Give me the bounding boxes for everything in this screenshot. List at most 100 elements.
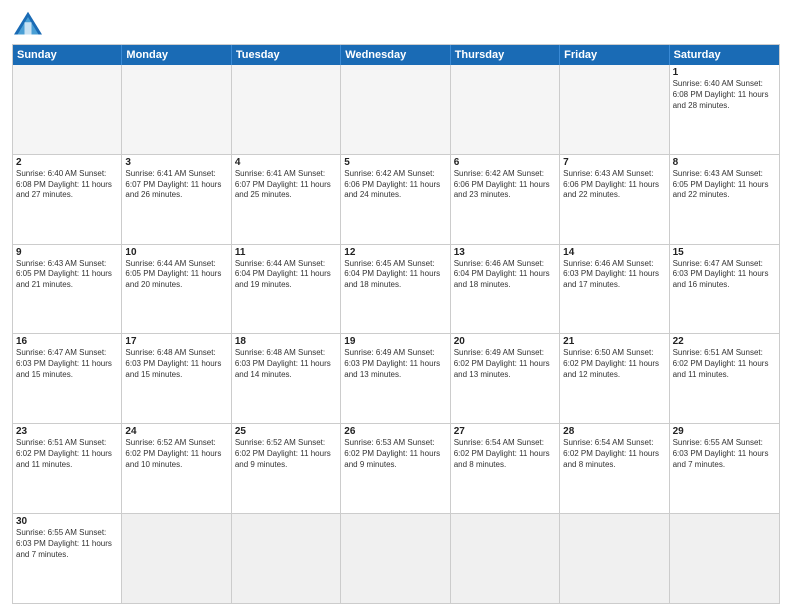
day-number: 19 xyxy=(344,336,446,347)
day-info: Sunrise: 6:45 AM Sunset: 6:04 PM Dayligh… xyxy=(344,259,446,291)
week-row-4: 23Sunrise: 6:51 AM Sunset: 6:02 PM Dayli… xyxy=(13,424,779,514)
day-number: 24 xyxy=(125,426,227,437)
day-header-tuesday: Tuesday xyxy=(232,45,341,65)
day-cell-29: 29Sunrise: 6:55 AM Sunset: 6:03 PM Dayli… xyxy=(670,424,779,513)
day-number: 29 xyxy=(673,426,776,437)
day-header-wednesday: Wednesday xyxy=(341,45,450,65)
day-cell-20: 20Sunrise: 6:49 AM Sunset: 6:02 PM Dayli… xyxy=(451,334,560,423)
day-number: 20 xyxy=(454,336,556,347)
week-row-1: 2Sunrise: 6:40 AM Sunset: 6:08 PM Daylig… xyxy=(13,155,779,245)
empty-cell xyxy=(341,514,450,603)
empty-cell xyxy=(560,65,669,154)
day-cell-23: 23Sunrise: 6:51 AM Sunset: 6:02 PM Dayli… xyxy=(13,424,122,513)
day-number: 17 xyxy=(125,336,227,347)
day-cell-24: 24Sunrise: 6:52 AM Sunset: 6:02 PM Dayli… xyxy=(122,424,231,513)
day-cell-4: 4Sunrise: 6:41 AM Sunset: 6:07 PM Daylig… xyxy=(232,155,341,244)
day-cell-6: 6Sunrise: 6:42 AM Sunset: 6:06 PM Daylig… xyxy=(451,155,560,244)
day-info: Sunrise: 6:42 AM Sunset: 6:06 PM Dayligh… xyxy=(344,169,446,201)
day-cell-18: 18Sunrise: 6:48 AM Sunset: 6:03 PM Dayli… xyxy=(232,334,341,423)
day-info: Sunrise: 6:43 AM Sunset: 6:06 PM Dayligh… xyxy=(563,169,665,201)
day-header-sunday: Sunday xyxy=(13,45,122,65)
day-info: Sunrise: 6:46 AM Sunset: 6:03 PM Dayligh… xyxy=(563,259,665,291)
day-cell-16: 16Sunrise: 6:47 AM Sunset: 6:03 PM Dayli… xyxy=(13,334,122,423)
day-info: Sunrise: 6:51 AM Sunset: 6:02 PM Dayligh… xyxy=(673,348,776,380)
day-info: Sunrise: 6:40 AM Sunset: 6:08 PM Dayligh… xyxy=(16,169,118,201)
day-number: 23 xyxy=(16,426,118,437)
day-number: 4 xyxy=(235,157,337,168)
empty-cell xyxy=(451,65,560,154)
day-cell-11: 11Sunrise: 6:44 AM Sunset: 6:04 PM Dayli… xyxy=(232,245,341,334)
empty-cell xyxy=(341,65,450,154)
day-number: 22 xyxy=(673,336,776,347)
week-row-0: 1Sunrise: 6:40 AM Sunset: 6:08 PM Daylig… xyxy=(13,65,779,155)
day-headers: SundayMondayTuesdayWednesdayThursdayFrid… xyxy=(13,45,779,65)
day-info: Sunrise: 6:49 AM Sunset: 6:03 PM Dayligh… xyxy=(344,348,446,380)
day-info: Sunrise: 6:40 AM Sunset: 6:08 PM Dayligh… xyxy=(673,79,776,111)
day-info: Sunrise: 6:41 AM Sunset: 6:07 PM Dayligh… xyxy=(235,169,337,201)
day-info: Sunrise: 6:44 AM Sunset: 6:04 PM Dayligh… xyxy=(235,259,337,291)
week-row-2: 9Sunrise: 6:43 AM Sunset: 6:05 PM Daylig… xyxy=(13,245,779,335)
day-cell-1: 1Sunrise: 6:40 AM Sunset: 6:08 PM Daylig… xyxy=(670,65,779,154)
day-number: 16 xyxy=(16,336,118,347)
header xyxy=(12,10,780,38)
day-number: 9 xyxy=(16,247,118,258)
day-cell-2: 2Sunrise: 6:40 AM Sunset: 6:08 PM Daylig… xyxy=(13,155,122,244)
day-number: 13 xyxy=(454,247,556,258)
day-info: Sunrise: 6:51 AM Sunset: 6:02 PM Dayligh… xyxy=(16,438,118,470)
logo xyxy=(12,10,48,38)
day-cell-19: 19Sunrise: 6:49 AM Sunset: 6:03 PM Dayli… xyxy=(341,334,450,423)
empty-cell xyxy=(122,514,231,603)
day-info: Sunrise: 6:44 AM Sunset: 6:05 PM Dayligh… xyxy=(125,259,227,291)
day-info: Sunrise: 6:47 AM Sunset: 6:03 PM Dayligh… xyxy=(16,348,118,380)
day-cell-26: 26Sunrise: 6:53 AM Sunset: 6:02 PM Dayli… xyxy=(341,424,450,513)
empty-cell xyxy=(122,65,231,154)
day-number: 30 xyxy=(16,516,118,527)
empty-cell xyxy=(560,514,669,603)
day-cell-14: 14Sunrise: 6:46 AM Sunset: 6:03 PM Dayli… xyxy=(560,245,669,334)
empty-cell xyxy=(451,514,560,603)
day-info: Sunrise: 6:48 AM Sunset: 6:03 PM Dayligh… xyxy=(125,348,227,380)
day-number: 11 xyxy=(235,247,337,258)
day-number: 5 xyxy=(344,157,446,168)
day-info: Sunrise: 6:41 AM Sunset: 6:07 PM Dayligh… xyxy=(125,169,227,201)
day-cell-15: 15Sunrise: 6:47 AM Sunset: 6:03 PM Dayli… xyxy=(670,245,779,334)
empty-cell xyxy=(232,65,341,154)
day-cell-22: 22Sunrise: 6:51 AM Sunset: 6:02 PM Dayli… xyxy=(670,334,779,423)
day-info: Sunrise: 6:48 AM Sunset: 6:03 PM Dayligh… xyxy=(235,348,337,380)
logo-icon xyxy=(12,10,44,38)
empty-cell xyxy=(13,65,122,154)
day-number: 26 xyxy=(344,426,446,437)
day-cell-9: 9Sunrise: 6:43 AM Sunset: 6:05 PM Daylig… xyxy=(13,245,122,334)
day-info: Sunrise: 6:43 AM Sunset: 6:05 PM Dayligh… xyxy=(16,259,118,291)
day-cell-13: 13Sunrise: 6:46 AM Sunset: 6:04 PM Dayli… xyxy=(451,245,560,334)
day-info: Sunrise: 6:53 AM Sunset: 6:02 PM Dayligh… xyxy=(344,438,446,470)
day-number: 3 xyxy=(125,157,227,168)
day-cell-30: 30Sunrise: 6:55 AM Sunset: 6:03 PM Dayli… xyxy=(13,514,122,603)
day-number: 28 xyxy=(563,426,665,437)
day-info: Sunrise: 6:54 AM Sunset: 6:02 PM Dayligh… xyxy=(563,438,665,470)
day-header-monday: Monday xyxy=(122,45,231,65)
day-number: 1 xyxy=(673,67,776,78)
calendar: SundayMondayTuesdayWednesdayThursdayFrid… xyxy=(12,44,780,604)
day-number: 8 xyxy=(673,157,776,168)
day-info: Sunrise: 6:52 AM Sunset: 6:02 PM Dayligh… xyxy=(125,438,227,470)
day-info: Sunrise: 6:55 AM Sunset: 6:03 PM Dayligh… xyxy=(673,438,776,470)
day-number: 6 xyxy=(454,157,556,168)
day-info: Sunrise: 6:54 AM Sunset: 6:02 PM Dayligh… xyxy=(454,438,556,470)
day-number: 12 xyxy=(344,247,446,258)
calendar-body: 1Sunrise: 6:40 AM Sunset: 6:08 PM Daylig… xyxy=(13,65,779,603)
day-info: Sunrise: 6:46 AM Sunset: 6:04 PM Dayligh… xyxy=(454,259,556,291)
day-cell-5: 5Sunrise: 6:42 AM Sunset: 6:06 PM Daylig… xyxy=(341,155,450,244)
day-number: 7 xyxy=(563,157,665,168)
day-cell-21: 21Sunrise: 6:50 AM Sunset: 6:02 PM Dayli… xyxy=(560,334,669,423)
day-number: 27 xyxy=(454,426,556,437)
day-header-saturday: Saturday xyxy=(670,45,779,65)
week-row-5: 30Sunrise: 6:55 AM Sunset: 6:03 PM Dayli… xyxy=(13,514,779,603)
page: SundayMondayTuesdayWednesdayThursdayFrid… xyxy=(0,0,792,612)
day-number: 15 xyxy=(673,247,776,258)
day-cell-25: 25Sunrise: 6:52 AM Sunset: 6:02 PM Dayli… xyxy=(232,424,341,513)
day-info: Sunrise: 6:42 AM Sunset: 6:06 PM Dayligh… xyxy=(454,169,556,201)
day-info: Sunrise: 6:43 AM Sunset: 6:05 PM Dayligh… xyxy=(673,169,776,201)
day-cell-10: 10Sunrise: 6:44 AM Sunset: 6:05 PM Dayli… xyxy=(122,245,231,334)
day-number: 2 xyxy=(16,157,118,168)
